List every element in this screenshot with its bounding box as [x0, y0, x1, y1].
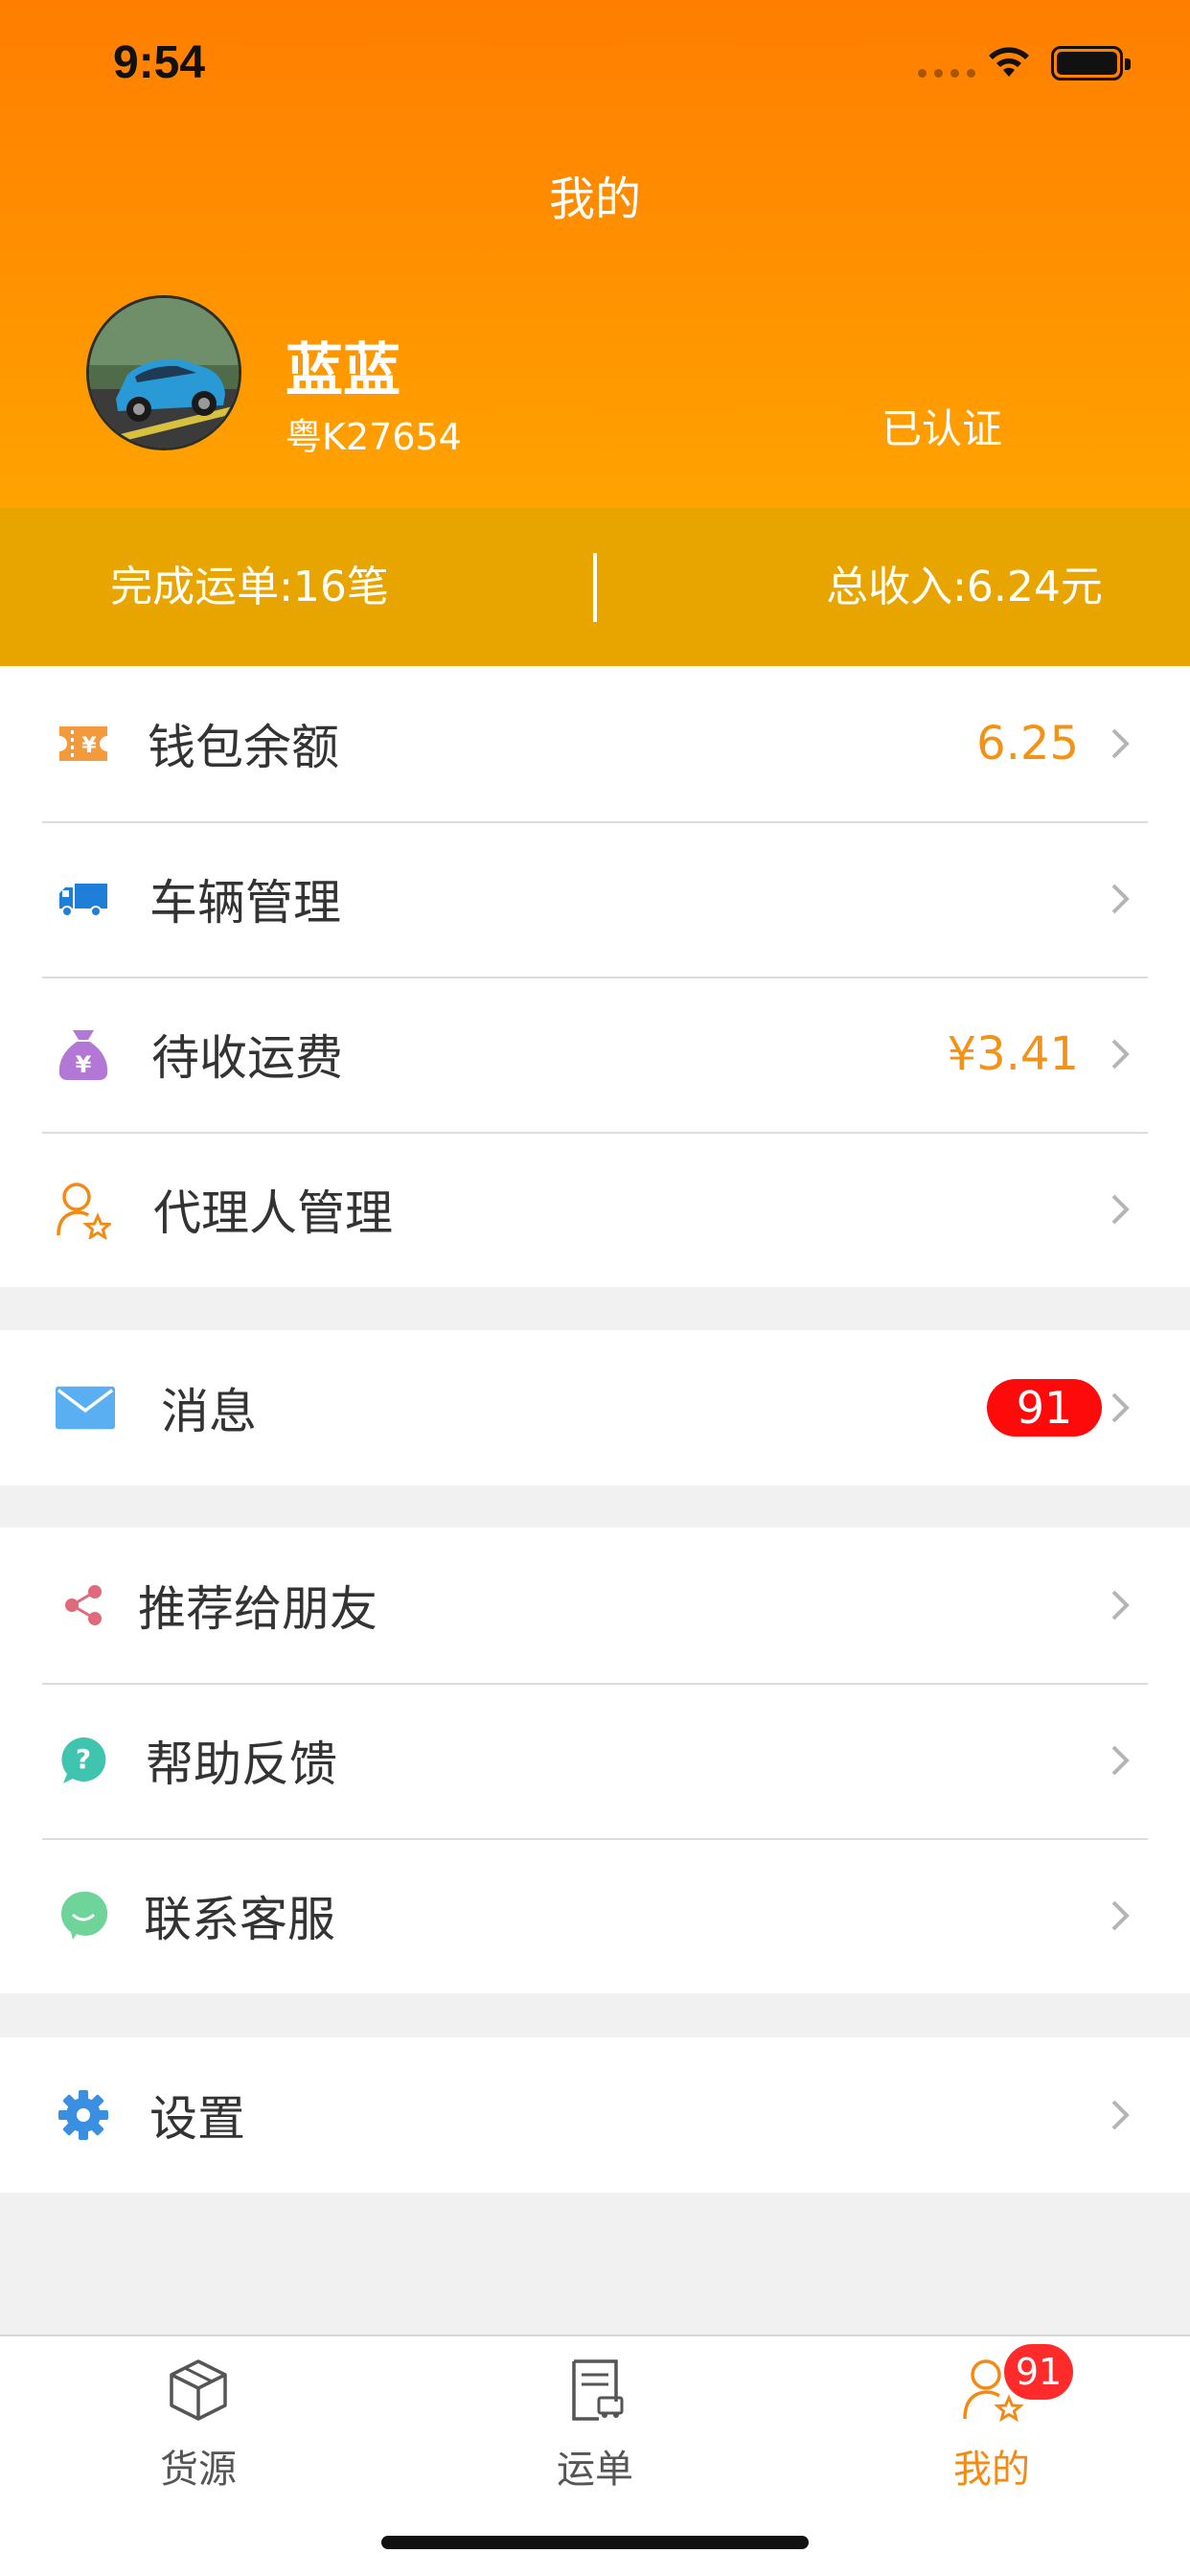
tab-mine-badge: 91 [1004, 2344, 1073, 2400]
help-feedback-label: 帮助反馈 [146, 1736, 337, 1792]
recommend-friends-row[interactable]: 推荐给朋友 [0, 1528, 1190, 1683]
recommend-friends-label: 推荐给朋友 [138, 1581, 378, 1637]
tab-waybill-label: 运单 [557, 2448, 633, 2492]
wallet-balance-row[interactable]: ¥ 钱包余额 6.25 [0, 666, 1190, 821]
mail-icon [56, 1378, 115, 1438]
status-time: 9:54 [113, 37, 206, 88]
tab-mine[interactable]: 我的 [793, 2336, 1190, 2528]
chevron-right-icon [1111, 1590, 1130, 1621]
chevron-right-icon [1111, 728, 1130, 759]
chevron-right-icon [1111, 1039, 1130, 1070]
vehicle-management-row[interactable]: 车辆管理 [0, 821, 1190, 977]
svg-text:?: ? [76, 1743, 91, 1775]
share-icon [54, 1576, 113, 1635]
wallet-balance-value: 6.25 [976, 717, 1079, 770]
message-menu-group: 消息 91 [0, 1330, 1190, 1485]
home-indicator[interactable] [381, 2536, 809, 2549]
settings-label: 设置 [149, 2091, 245, 2147]
wallet-icon: ¥ [54, 714, 113, 773]
license-plate: 粤K27654 [286, 416, 462, 458]
money-bag-icon: ¥ [54, 1024, 113, 1084]
completed-orders-stat[interactable]: 完成运单:16笔 [0, 508, 595, 666]
avatar[interactable] [86, 295, 241, 450]
truck-icon [54, 869, 113, 929]
agent-icon [54, 1180, 113, 1239]
help-feedback-row[interactable]: ? 帮助反馈 [0, 1683, 1190, 1838]
tab-waybill[interactable]: 运单 [397, 2336, 793, 2528]
waybill-icon [572, 2359, 624, 2421]
stats-bar: 完成运单:16笔 总收入:6.24元 [0, 508, 1190, 666]
tab-cargo-label: 货源 [160, 2448, 237, 2492]
profile-header: 9:54 我的 蓝蓝 粤K27654 已认证 [0, 0, 1190, 508]
agent-management-label: 代理人管理 [153, 1185, 393, 1241]
contact-service-label: 联系客服 [144, 1892, 335, 1947]
pending-freight-row[interactable]: ¥ 待收运费 ¥3.41 [0, 977, 1190, 1132]
settings-menu-group: 设置 [0, 2037, 1190, 2193]
account-menu-group: ¥ 钱包余额 6.25 车辆管理 ¥ 待收运费 ¥3.41 代理人管理 [0, 666, 1190, 1287]
tab-cargo[interactable]: 货源 [0, 2336, 397, 2528]
messages-row[interactable]: 消息 91 [0, 1330, 1190, 1485]
vehicle-management-label: 车辆管理 [149, 875, 341, 931]
battery-icon [1051, 46, 1131, 80]
verification-status[interactable]: 已认证 [881, 397, 1002, 455]
pending-freight-label: 待收运费 [151, 1030, 343, 1086]
pending-freight-value: ¥3.41 [947, 1027, 1079, 1081]
svg-text:¥: ¥ [76, 1051, 92, 1078]
box-icon [170, 2359, 227, 2421]
chat-icon [54, 1886, 113, 1945]
chevron-right-icon [1111, 1194, 1130, 1225]
wallet-balance-label: 钱包余额 [148, 720, 339, 775]
settings-row[interactable]: 设置 [0, 2037, 1190, 2193]
cellular-signal-icon [918, 69, 975, 78]
wifi-icon [989, 47, 1029, 77]
agent-management-row[interactable]: 代理人管理 [0, 1132, 1190, 1287]
page-title: 我的 [548, 172, 641, 226]
support-menu-group: 推荐给朋友 ? 帮助反馈 联系客服 [0, 1528, 1190, 1993]
chevron-right-icon [1111, 1900, 1130, 1931]
chevron-right-icon [1111, 884, 1130, 914]
chevron-right-icon [1111, 1745, 1130, 1776]
chevron-right-icon [1111, 2100, 1130, 2130]
contact-service-row[interactable]: 联系客服 [0, 1838, 1190, 1993]
svg-text:¥: ¥ [81, 734, 97, 758]
help-icon: ? [54, 1731, 113, 1790]
user-name: 蓝蓝 [286, 337, 400, 404]
chevron-right-icon [1111, 1392, 1130, 1423]
total-income-stat[interactable]: 总收入:6.24元 [595, 508, 1190, 666]
messages-unread-badge: 91 [987, 1379, 1102, 1437]
tab-mine-label: 我的 [953, 2448, 1030, 2492]
gear-icon [54, 2085, 113, 2145]
messages-label: 消息 [161, 1384, 257, 1439]
